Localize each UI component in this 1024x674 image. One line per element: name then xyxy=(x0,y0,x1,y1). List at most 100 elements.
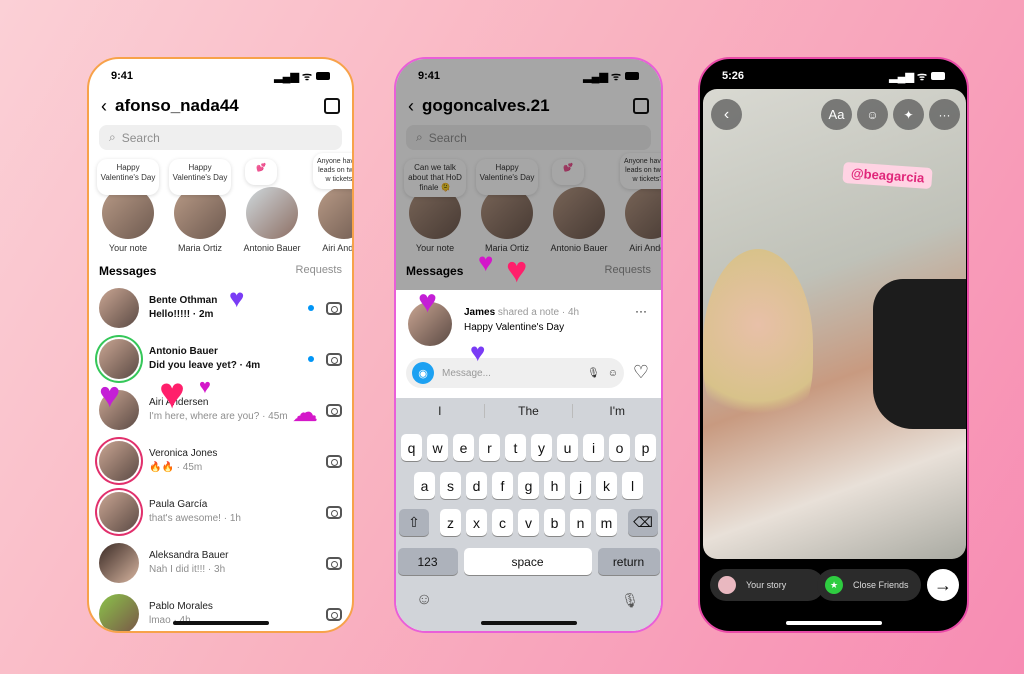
suggestion-bar: I The I'm xyxy=(396,398,661,424)
search-input[interactable]: ⌕ Search xyxy=(99,125,342,150)
letter-key[interactable]: h xyxy=(544,472,565,499)
camera-icon[interactable] xyxy=(326,454,342,468)
thread-row[interactable]: Pablo Morales lmao · 4h xyxy=(99,591,342,631)
letter-key[interactable]: o xyxy=(609,434,630,461)
thread-preview: Nah I did it!!! · 3h xyxy=(149,564,226,575)
letter-key[interactable]: l xyxy=(622,472,643,499)
thread-row[interactable]: Antonio Bauer Did you leave yet? · 4m xyxy=(99,336,342,382)
camera-icon[interactable] xyxy=(326,556,342,570)
letter-key[interactable]: v xyxy=(518,509,539,536)
status-time: 9:41 xyxy=(111,70,134,82)
heart-sticker-icon: ♥ xyxy=(506,249,528,290)
microphone-icon[interactable]: 🎙 xyxy=(587,368,600,379)
letter-key[interactable]: f xyxy=(492,472,513,499)
note-text: Happy Valentine's Day xyxy=(464,322,565,333)
letter-key[interactable]: i xyxy=(583,434,604,461)
heart-sticker-icon: ♥ xyxy=(159,369,186,418)
emoji-icon[interactable]: ☺ xyxy=(416,591,432,609)
unread-dot xyxy=(308,356,314,362)
camera-icon[interactable] xyxy=(326,505,342,519)
sticker-icon[interactable]: ☺ xyxy=(608,368,618,379)
letter-key[interactable]: c xyxy=(492,509,513,536)
camera-icon[interactable]: ◉ xyxy=(412,362,434,384)
return-key[interactable]: return xyxy=(597,548,660,575)
letter-key[interactable]: n xyxy=(570,509,591,536)
avatar xyxy=(99,288,139,328)
letter-key[interactable]: e xyxy=(453,434,474,461)
letter-key[interactable]: g xyxy=(518,472,539,499)
letter-key[interactable]: k xyxy=(596,472,617,499)
phone-inbox: 9:41 ▂▄▆ ᯤ ‹ afonso_nada44 ⌕ Search Happy V… xyxy=(87,57,354,633)
letter-key[interactable]: t xyxy=(505,434,526,461)
thread-row[interactable]: Bente Othman Hello!!!!! · 2m xyxy=(99,285,342,331)
more-button[interactable]: ··· xyxy=(929,99,960,130)
numbers-key[interactable]: 123 xyxy=(397,548,458,575)
note-meta: James shared a note · 4h xyxy=(464,307,579,318)
dim-overlay[interactable] xyxy=(396,59,661,290)
thread-row[interactable]: Paula García that's awesome! · 1h xyxy=(99,489,342,535)
messages-label: Messages xyxy=(99,264,157,278)
letter-key[interactable]: a xyxy=(414,472,435,499)
backspace-key[interactable]: ⌫ xyxy=(628,509,658,536)
unread-dot xyxy=(308,305,314,311)
dictation-icon[interactable]: 🎙 xyxy=(621,592,639,609)
letter-key[interactable]: d xyxy=(466,472,487,499)
text-tool-button[interactable]: Aa xyxy=(821,99,852,130)
mention-sticker[interactable]: @beagarcia xyxy=(842,161,934,190)
camera-icon[interactable] xyxy=(326,403,342,417)
thread-preview: 🔥🔥 · 45m xyxy=(149,462,203,473)
back-icon[interactable]: ‹ xyxy=(101,96,107,117)
more-icon[interactable]: ··· xyxy=(635,304,647,318)
person-face xyxy=(703,249,813,439)
suggestion[interactable]: The xyxy=(485,404,574,418)
note-author: James xyxy=(464,307,496,318)
messages-section-header: Messages Requests xyxy=(99,264,342,278)
thread-row[interactable]: Aleksandra Bauer Nah I did it!!! · 3h xyxy=(99,540,342,586)
close-friends-button[interactable]: ★ Close Friends xyxy=(817,569,921,601)
letter-key[interactable]: j xyxy=(570,472,591,499)
search-icon: ⌕ xyxy=(109,130,116,144)
note-name: Maria Ortiz xyxy=(177,243,222,253)
letter-key[interactable]: y xyxy=(531,434,552,461)
avatar xyxy=(246,187,298,239)
letter-key[interactable]: m xyxy=(596,509,617,536)
letter-key[interactable]: u xyxy=(557,434,578,461)
close-friends-label: Close Friends xyxy=(853,580,909,590)
letter-key[interactable]: x xyxy=(466,509,487,536)
back-button[interactable]: ‹ xyxy=(711,99,742,130)
suggestion[interactable]: I xyxy=(396,404,485,418)
letter-key[interactable]: z xyxy=(440,509,461,536)
sticker-button[interactable]: ☺ xyxy=(857,99,888,130)
your-story-label: Your story xyxy=(746,580,787,590)
letter-key[interactable]: s xyxy=(440,472,461,499)
thread-name: Veronica Jones xyxy=(149,448,218,459)
home-indicator xyxy=(785,621,882,625)
avatar xyxy=(99,594,139,631)
requests-link[interactable]: Requests xyxy=(296,264,342,278)
letter-key[interactable]: q xyxy=(401,434,422,461)
letter-key[interactable]: r xyxy=(479,434,500,461)
story-photo[interactable]: ‹ Aa ☺ ✦ ··· @beagarcia xyxy=(703,89,966,559)
key-row: qwertyuiop xyxy=(396,434,661,461)
home-indicator xyxy=(172,621,269,625)
shift-key[interactable]: ⇧ xyxy=(399,509,429,536)
message-input[interactable]: ◉ Message... 🎙 ☺ xyxy=(406,358,624,388)
camera-icon[interactable] xyxy=(326,607,342,621)
camera-icon[interactable] xyxy=(326,301,342,315)
share-arrow-button[interactable]: → xyxy=(927,569,959,601)
effects-sparkle-button[interactable]: ✦ xyxy=(893,99,924,130)
suggestion[interactable]: I'm xyxy=(573,404,661,418)
heart-icon[interactable]: ♡ xyxy=(633,362,649,383)
letter-key[interactable]: b xyxy=(544,509,565,536)
space-key[interactable]: space xyxy=(463,548,592,575)
note-bubble: Happy Valentine's Day xyxy=(169,159,231,195)
note-name: Your note xyxy=(108,243,148,253)
letter-key[interactable]: w xyxy=(427,434,448,461)
thread-name: Pablo Morales xyxy=(149,601,213,612)
your-story-button[interactable]: Your story xyxy=(710,569,824,601)
compose-icon[interactable] xyxy=(324,98,340,114)
thread-row[interactable]: Veronica Jones 🔥🔥 · 45m xyxy=(99,438,342,484)
letter-key[interactable]: p xyxy=(635,434,656,461)
search-placeholder: Search xyxy=(121,130,160,145)
camera-icon[interactable] xyxy=(326,352,342,366)
